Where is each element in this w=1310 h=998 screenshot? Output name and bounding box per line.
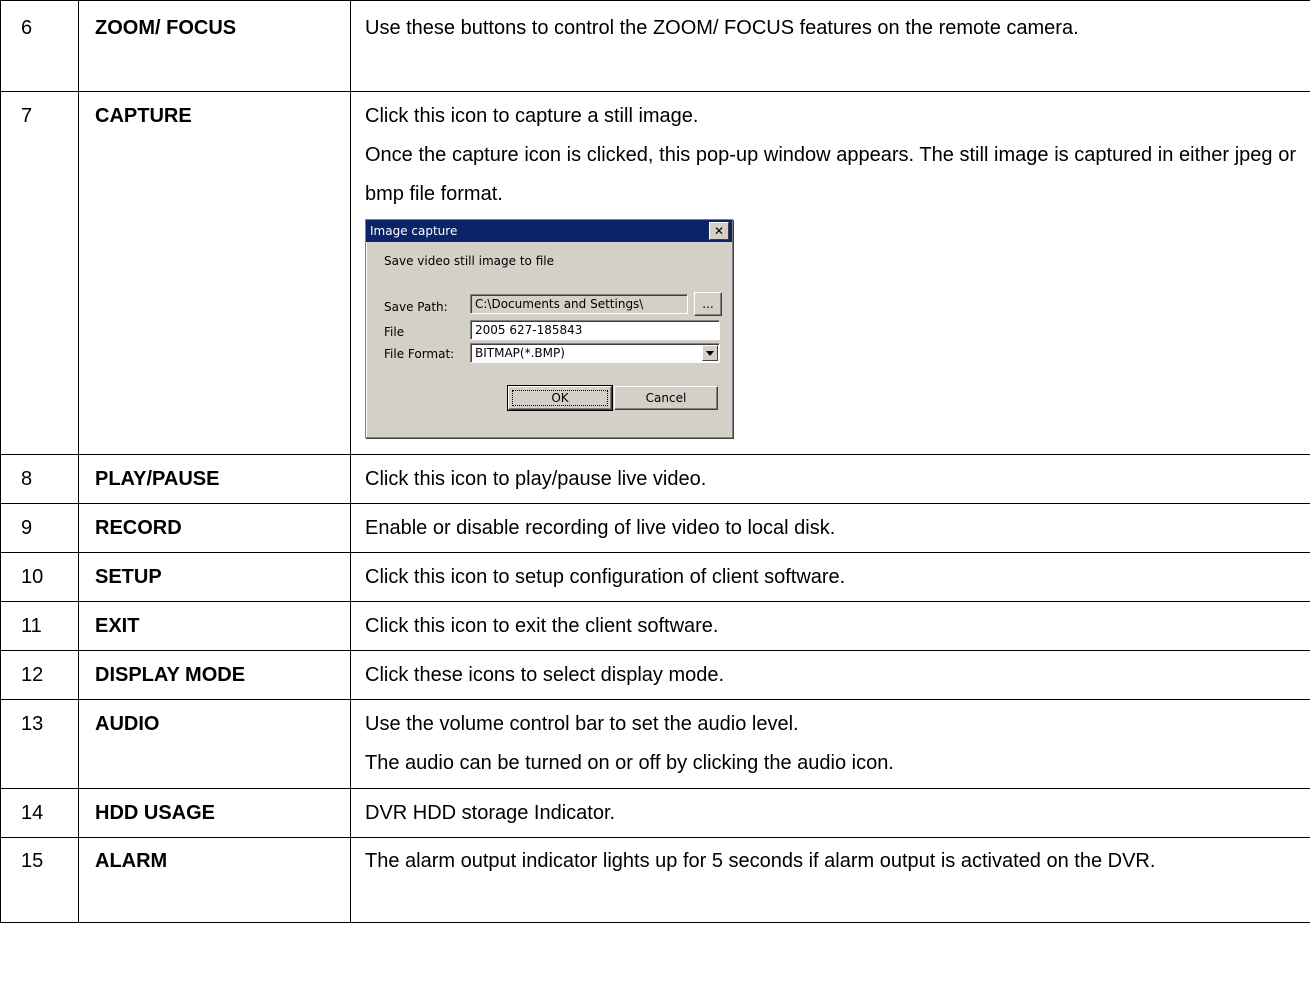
table-row: 9 RECORD Enable or disable recording of … [0,503,1310,553]
description-text: Use these buttons to control the ZOOM/ F… [365,17,1079,39]
description-text: Click this icon to play/pause live video… [365,468,707,490]
table-row: 10 SETUP Click this icon to setup config… [0,552,1310,602]
table-row: 13 AUDIO Use the volume control bar to s… [0,699,1310,789]
table-row: 8 PLAY/PAUSE Click this icon to play/pau… [0,454,1310,504]
row-description: Click this icon to capture a still image… [350,91,1310,455]
row-number: 9 [0,503,79,553]
description-text: Enable or disable recording of live vide… [365,517,836,539]
dialog-title: Image capture [370,224,458,238]
row-number: 10 [0,552,79,602]
row-number: 14 [0,788,79,838]
save-path-field[interactable]: C:\Documents and Settings\ [470,294,688,314]
file-label: File [384,325,405,339]
row-description: Use the volume control bar to set the au… [350,699,1310,789]
row-number: 13 [0,699,79,789]
cancel-button[interactable]: Cancel [614,386,718,410]
row-description: Click this icon to play/pause live video… [350,454,1310,504]
row-term: DISPLAY MODE [78,650,351,700]
row-description: DVR HDD storage Indicator. [350,788,1310,838]
row-description: Use these buttons to control the ZOOM/ F… [350,0,1310,92]
table-row: 12 DISPLAY MODE Click these icons to sel… [0,650,1310,700]
row-number: 15 [0,837,79,923]
description-text: Use the volume control bar to set the au… [365,713,799,735]
description-text: Click this icon to capture a still image… [365,105,699,127]
row-number: 11 [0,601,79,651]
row-number: 8 [0,454,79,504]
row-description: Click this icon to exit the client softw… [350,601,1310,651]
description-text: Click these icons to select display mode… [365,664,725,686]
ok-button[interactable]: OK [507,385,613,411]
row-description: Click these icons to select display mode… [350,650,1310,700]
row-number: 7 [0,91,79,455]
row-number: 12 [0,650,79,700]
row-description: The alarm output indicator lights up for… [350,837,1310,923]
image-capture-dialog: Image capture ✕ Save video still image t… [365,219,733,438]
description-text: DVR HDD storage Indicator. [365,802,616,824]
description-text: Click this icon to exit the client softw… [365,615,719,637]
row-description: Enable or disable recording of live vide… [350,503,1310,553]
description-text: The alarm output indicator lights up for… [365,850,1156,872]
row-term: PLAY/PAUSE [78,454,351,504]
row-term: EXIT [78,601,351,651]
table-row: 7 CAPTURE Click this icon to capture a s… [0,91,1310,455]
description-text: Once the capture icon is clicked, this p… [365,144,1296,205]
row-description: Click this icon to setup configuration o… [350,552,1310,602]
row-term: RECORD [78,503,351,553]
dialog-body: Save video still image to file Save Path… [366,242,732,437]
file-format-value: BITMAP(*.BMP) [475,346,565,360]
save-path-label: Save Path: [384,300,448,314]
row-term: ALARM [78,837,351,923]
browse-button[interactable]: ... [694,292,722,316]
row-term: HDD USAGE [78,788,351,838]
close-icon[interactable]: ✕ [709,222,729,240]
file-name-field[interactable]: 2005 627-185843 [470,320,720,340]
table-row: 6 ZOOM/ FOCUS Use these buttons to contr… [0,0,1310,92]
description-text: Click this icon to setup configuration o… [365,566,846,588]
table-row: 11 EXIT Click this icon to exit the clie… [0,601,1310,651]
ok-button-label: OK [512,390,608,406]
row-term: AUDIO [78,699,351,789]
file-format-select[interactable]: BITMAP(*.BMP) [470,343,720,363]
row-term: SETUP [78,552,351,602]
file-format-label: File Format: [384,347,455,361]
dialog-title-bar: Image capture ✕ [366,220,732,242]
feature-table: 6 ZOOM/ FOCUS Use these buttons to contr… [0,0,1310,923]
description-text: The audio can be turned on or off by cli… [365,752,894,774]
row-term: CAPTURE [78,91,351,455]
row-number: 6 [0,0,79,92]
table-row: 14 HDD USAGE DVR HDD storage Indicator. [0,788,1310,838]
chevron-down-icon[interactable] [702,345,718,361]
row-term: ZOOM/ FOCUS [78,0,351,92]
table-row: 15 ALARM The alarm output indicator ligh… [0,837,1310,923]
dialog-heading: Save video still image to file [384,254,554,268]
